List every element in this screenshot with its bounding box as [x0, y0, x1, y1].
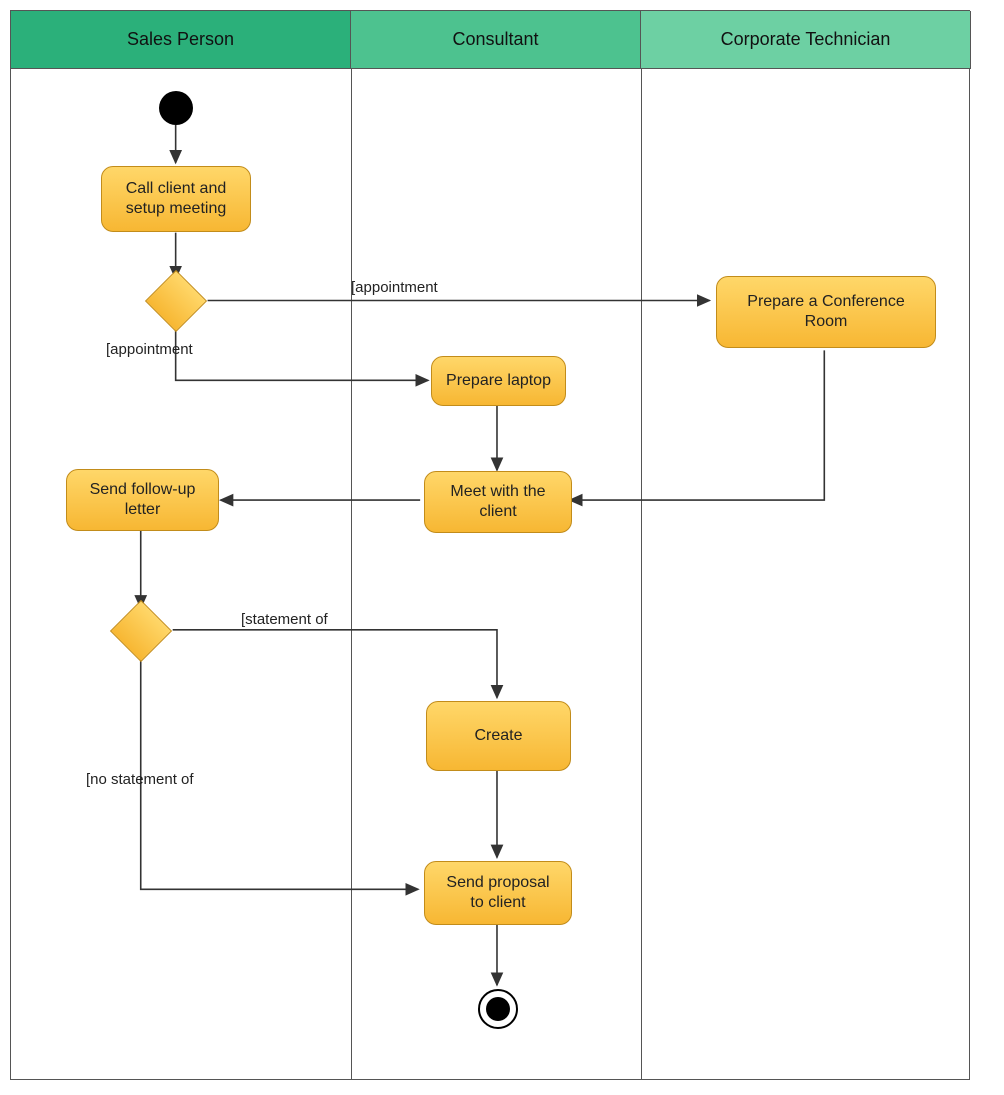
- activity-label: Send follow-upletter: [90, 480, 196, 520]
- activity-prepare-laptop: Prepare laptop: [431, 356, 566, 406]
- lane-header-consultant: Consultant: [351, 11, 641, 69]
- edge-label-appointment-right: [appointment: [351, 279, 438, 296]
- swimlane-diagram: Sales Person Consultant Corporate Techni…: [10, 10, 970, 1080]
- lane-header-tech: Corporate Technician: [641, 11, 971, 69]
- activity-label: Call client andsetup meeting: [126, 179, 227, 219]
- edge-label-appointment-down: [appointment: [106, 341, 193, 358]
- decision-statement: [110, 600, 172, 662]
- lane-title: Consultant: [452, 29, 538, 50]
- start-node: [159, 91, 193, 125]
- edge-label-no-statement: [no statement of: [86, 771, 194, 788]
- activity-call-client: Call client andsetup meeting: [101, 166, 251, 232]
- activity-send-proposal: Send proposalto client: [424, 861, 572, 925]
- decision-appointment: [145, 270, 207, 332]
- activity-label: Create: [474, 726, 522, 746]
- end-node: [478, 989, 518, 1029]
- activity-label: Meet with theclient: [450, 482, 545, 522]
- activity-label: Prepare laptop: [446, 371, 551, 391]
- edge-label-statement: [statement of: [241, 611, 328, 628]
- activity-prepare-conference: Prepare a ConferenceRoom: [716, 276, 936, 348]
- lane-divider: [351, 69, 352, 1079]
- activity-meet-client: Meet with theclient: [424, 471, 572, 533]
- activity-label: Prepare a ConferenceRoom: [747, 292, 904, 332]
- activity-label: Send proposalto client: [446, 873, 549, 913]
- lane-divider: [641, 69, 642, 1079]
- lane-title: Corporate Technician: [721, 29, 891, 50]
- lane-title: Sales Person: [127, 29, 234, 50]
- activity-followup: Send follow-upletter: [66, 469, 219, 531]
- lane-header-sales: Sales Person: [11, 11, 351, 69]
- activity-create: Create: [426, 701, 571, 771]
